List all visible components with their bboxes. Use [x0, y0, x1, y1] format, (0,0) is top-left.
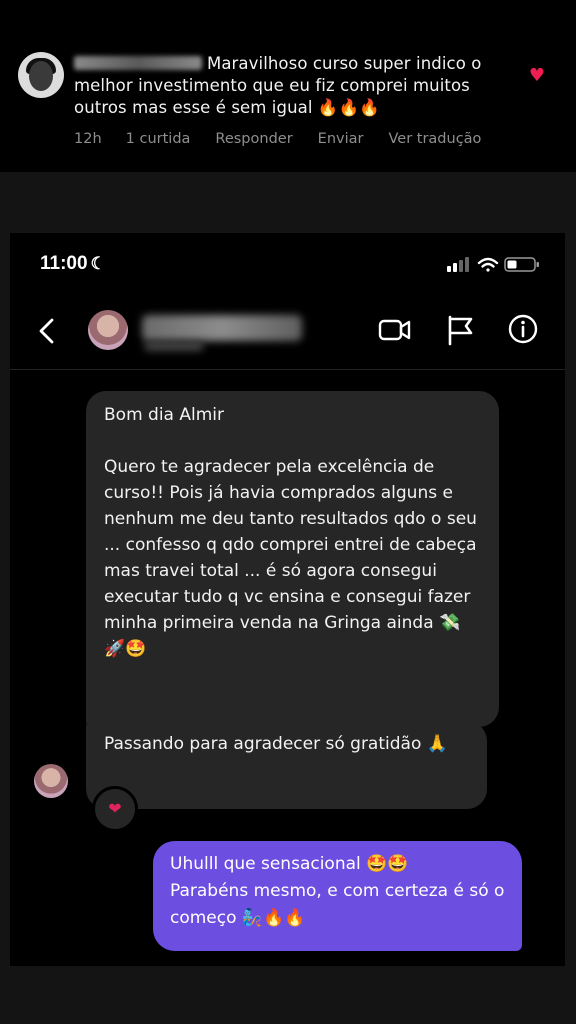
translate-button[interactable]: Ver tradução	[388, 131, 481, 147]
clock: 11:00	[40, 253, 88, 274]
comment-text: Maravilhoso curso super indico o melhor …	[74, 53, 514, 119]
info-icon[interactable]	[507, 313, 539, 345]
comment-likes[interactable]: 1 curtida	[126, 131, 191, 147]
outgoing-message[interactable]: Uhulll que sensacional 🤩🤩 Parabéns mesmo…	[153, 841, 522, 951]
commenter-username-redacted[interactable]	[74, 56, 202, 70]
chat-header	[10, 295, 565, 370]
status-icons	[447, 257, 539, 272]
incoming-message[interactable]: Passando para agradecer só gratidão 🙏	[86, 721, 487, 809]
moon-icon: ☾	[90, 254, 106, 273]
message-text: Uhulll que sensacional 🤩🤩 Parabéns mesmo…	[170, 854, 505, 928]
contact-subtitle-redacted	[144, 341, 204, 351]
dm-screenshot: 11:00 ☾ Bom dia Almir Quero te agradecer…	[10, 233, 565, 966]
incoming-message[interactable]: Bom dia Almir Quero te agradecer pela ex…	[86, 391, 499, 727]
comment-time: 12h	[74, 131, 102, 147]
reply-button[interactable]: Responder	[215, 131, 292, 147]
wifi-icon	[477, 257, 499, 272]
send-button[interactable]: Enviar	[318, 131, 364, 147]
battery-icon	[504, 257, 539, 272]
signal-icon	[447, 257, 469, 272]
contact-avatar[interactable]	[88, 310, 128, 350]
back-arrow-icon[interactable]	[34, 315, 62, 347]
status-time: 11:00 ☾	[40, 253, 106, 275]
avatar-face	[29, 61, 53, 91]
video-call-icon[interactable]	[378, 315, 412, 345]
comment-actions: 12h 1 curtida Responder Enviar Ver tradu…	[74, 131, 506, 147]
comment-section: Maravilhoso curso super indico o melhor …	[0, 0, 576, 172]
heart-reaction-icon[interactable]: ❤	[92, 786, 138, 832]
sender-avatar[interactable]	[34, 764, 68, 798]
commenter-avatar[interactable]	[18, 52, 64, 98]
message-text: Bom dia Almir Quero te agradecer pela ex…	[104, 405, 477, 659]
flag-icon[interactable]	[445, 314, 475, 346]
message-text: Passando para agradecer só gratidão 🙏	[104, 734, 448, 754]
like-heart-icon[interactable]: ♥	[527, 66, 547, 86]
contact-name-redacted[interactable]	[142, 315, 302, 341]
